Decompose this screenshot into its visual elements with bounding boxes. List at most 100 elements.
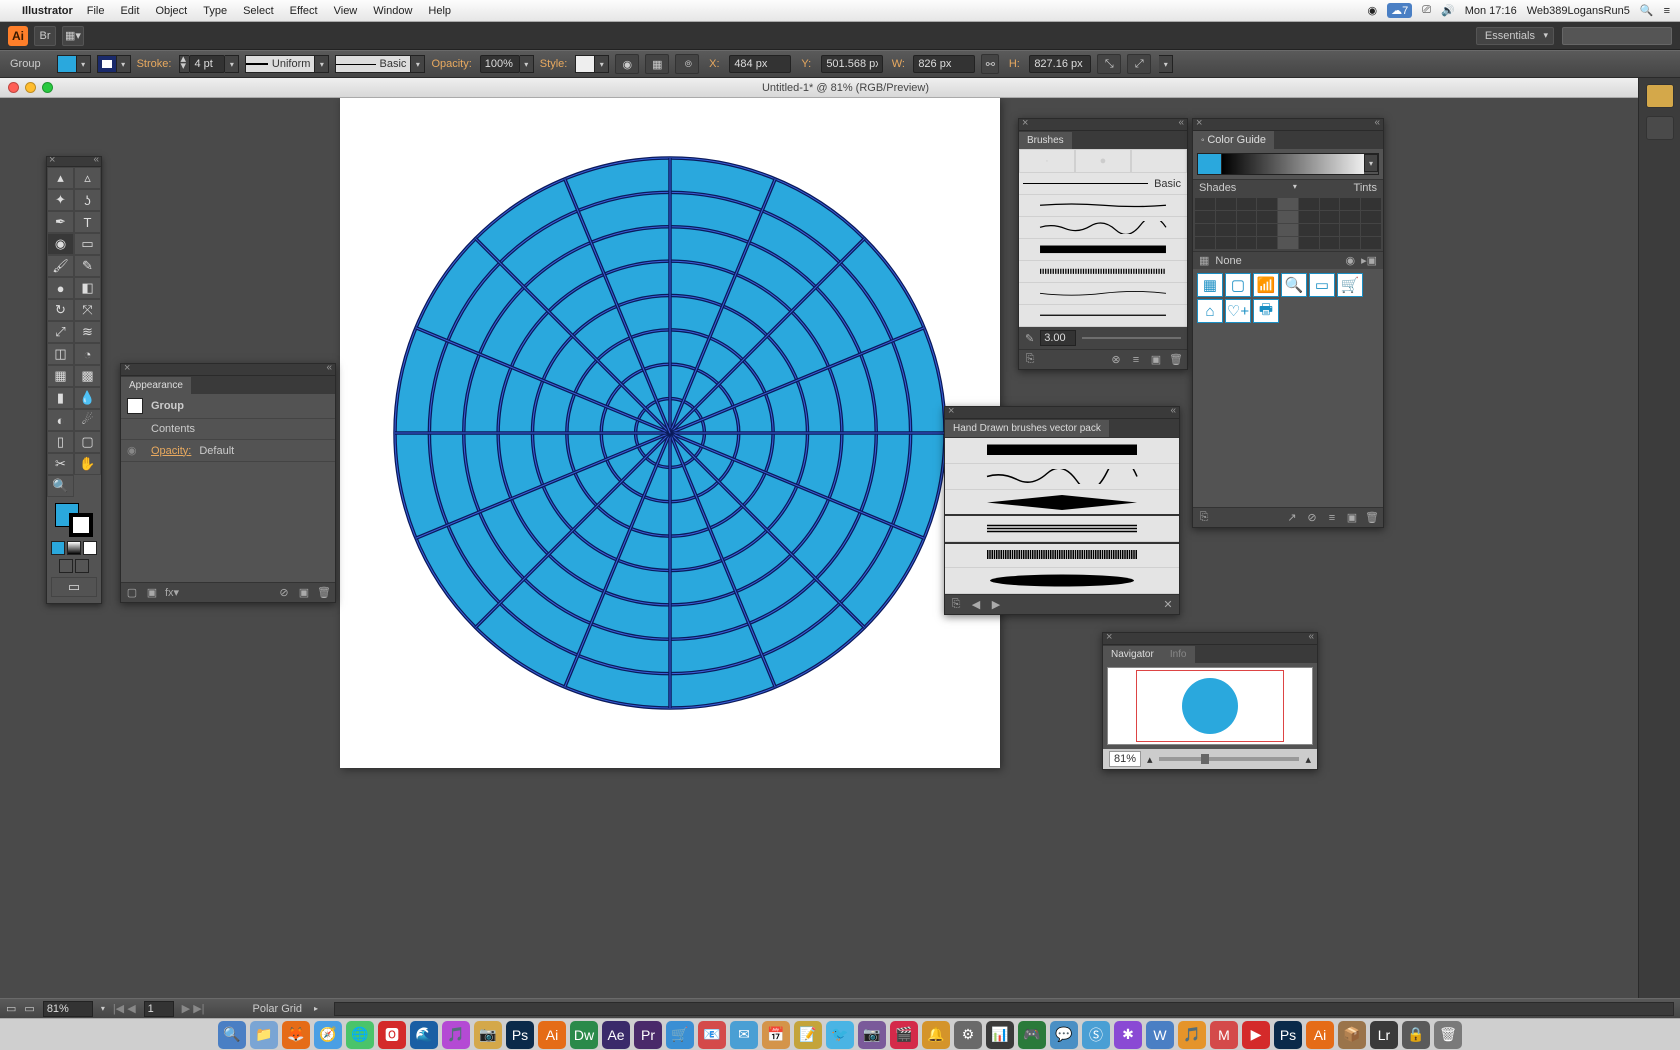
menu-view[interactable]: View	[334, 5, 358, 17]
dock-app-33[interactable]: Ps	[1274, 1021, 1302, 1049]
change-screen-mode[interactable]: ▭	[51, 577, 97, 597]
delete-brush-icon[interactable]: 🗑	[1169, 353, 1183, 367]
transform-button-1[interactable]: ⤡	[1097, 54, 1121, 74]
menu-select[interactable]: Select	[243, 5, 274, 17]
dock-app-11[interactable]: Dw	[570, 1021, 598, 1049]
status-icon-2[interactable]: ▭	[24, 1002, 34, 1015]
stroke-label[interactable]: Stroke:	[137, 58, 172, 70]
eraser-tool[interactable]: ◧	[74, 277, 101, 299]
volume-icon[interactable]: 🔊	[1441, 4, 1455, 17]
hd-next-icon[interactable]: ▶	[989, 598, 1003, 612]
navigator-zoom-value[interactable]: 81%	[1109, 751, 1141, 767]
y-input[interactable]	[821, 55, 883, 73]
bridge-button[interactable]: Br	[34, 26, 56, 46]
dock-app-17[interactable]: 📅	[762, 1021, 790, 1049]
dock-app-8[interactable]: 📷	[474, 1021, 502, 1049]
brushes-tab[interactable]: Brushes	[1019, 132, 1072, 149]
blob-brush-tool[interactable]: ●	[47, 277, 74, 299]
dock-app-35[interactable]: 📦	[1338, 1021, 1366, 1049]
w-input[interactable]	[913, 55, 975, 73]
brush-item-4[interactable]	[1019, 261, 1187, 283]
remove-brush-stroke-icon[interactable]: ⊗	[1109, 353, 1123, 367]
selection-tool[interactable]: ▴	[47, 167, 74, 189]
hd-close-icon[interactable]: ✕	[1161, 598, 1175, 612]
h-input[interactable]	[1029, 55, 1091, 73]
tools-panel-header[interactable]	[47, 157, 101, 167]
clock[interactable]: Mon 17:16	[1465, 5, 1517, 17]
info-tab[interactable]: Info	[1162, 646, 1195, 663]
dock-app-5[interactable]: 🅾	[378, 1021, 406, 1049]
spotlight-icon[interactable]: 🔍	[1640, 4, 1654, 17]
menu-object[interactable]: Object	[155, 5, 187, 17]
fill-stroke-indicator[interactable]	[55, 503, 93, 537]
color-guide-header[interactable]	[1193, 119, 1383, 131]
mesh-tool[interactable]: ▩	[74, 365, 101, 387]
appearance-contents-row[interactable]: Contents	[121, 419, 335, 440]
dock-app-7[interactable]: 🎵	[442, 1021, 470, 1049]
eyedropper-tool[interactable]: 💧	[74, 387, 101, 409]
new-fill-icon[interactable]: ▣	[145, 586, 159, 600]
brush-options-icon[interactable]: ≡	[1129, 353, 1143, 367]
dock-app-4[interactable]: 🌐	[346, 1021, 374, 1049]
user-session[interactable]: Web389LogansRun5	[1527, 5, 1630, 17]
edit-colors-icon[interactable]: ◉	[1345, 254, 1355, 267]
zoom-input[interactable]	[43, 1001, 93, 1017]
pen-tool[interactable]: ✒	[47, 211, 74, 233]
navigator-zoom-in-icon[interactable]: ▴	[1305, 753, 1311, 766]
dock-app-25[interactable]: 🎮	[1018, 1021, 1046, 1049]
paintbrush-tool[interactable]: 🖌	[47, 255, 74, 277]
dock-app-32[interactable]: ▶	[1242, 1021, 1270, 1049]
brush-item-1[interactable]	[1019, 195, 1187, 217]
hand-tool[interactable]: ✋	[74, 453, 101, 475]
hd-brush-3[interactable]	[945, 490, 1179, 516]
dock-app-12[interactable]: Ae	[602, 1021, 630, 1049]
duplicate-item-icon[interactable]: ▣	[297, 586, 311, 600]
hd-prev-icon[interactable]: ◀	[969, 598, 983, 612]
dock-app-3[interactable]: 🧭	[314, 1021, 342, 1049]
color-mode-gradient[interactable]	[67, 541, 81, 555]
brush-item-5[interactable]	[1019, 283, 1187, 305]
hd-brush-1[interactable]	[945, 438, 1179, 464]
save-group-icon[interactable]: ▸▣	[1361, 254, 1377, 267]
dock-app-34[interactable]: Ai	[1306, 1021, 1334, 1049]
arrange-documents-button[interactable]: ▦▾	[62, 26, 84, 46]
symbol-home-icon[interactable]: ⌂	[1197, 299, 1223, 323]
dock-app-26[interactable]: 💬	[1050, 1021, 1078, 1049]
gradient-tool[interactable]: ▮	[47, 387, 74, 409]
dock-app-9[interactable]: Ps	[506, 1021, 534, 1049]
appearance-panel-header[interactable]	[121, 364, 335, 376]
graphic-style-select[interactable]: ▾	[575, 55, 609, 73]
dock-app-10[interactable]: Ai	[538, 1021, 566, 1049]
display-icon[interactable]: ⎚	[1422, 4, 1431, 17]
color-mode-color[interactable]	[51, 541, 65, 555]
transform-more[interactable]: ▾	[1159, 55, 1173, 73]
brush-libraries-icon[interactable]: ⎘	[1023, 353, 1037, 367]
appearance-opacity-link[interactable]: Opacity:	[151, 445, 191, 457]
status-icon-1[interactable]: ▭	[6, 1002, 16, 1015]
lasso-tool[interactable]: ʖ	[74, 189, 101, 211]
new-stroke-icon[interactable]: ▢	[125, 586, 139, 600]
symbol-print-icon[interactable]: 🖶	[1253, 299, 1279, 323]
scale-tool[interactable]: ⤢	[47, 321, 74, 343]
rotate-tool[interactable]: ↻	[47, 299, 74, 321]
align-button[interactable]: ▦	[645, 54, 669, 74]
brush-width-input[interactable]	[1040, 330, 1076, 346]
direct-selection-tool[interactable]: ▵	[74, 167, 101, 189]
stroke-weight-input[interactable]: ▴▾▾	[179, 55, 239, 73]
reflect-tool[interactable]: ⤧	[74, 299, 101, 321]
dock-app-23[interactable]: ⚙	[954, 1021, 982, 1049]
x-input[interactable]	[729, 55, 791, 73]
reference-point-selector[interactable]: ⦾	[675, 54, 699, 74]
blend-tool[interactable]: ◐	[47, 409, 74, 431]
dock-app-13[interactable]: Pr	[634, 1021, 662, 1049]
screen-mode-normal[interactable]	[59, 559, 73, 573]
base-color-swatch[interactable]	[1198, 154, 1222, 174]
hand-drawn-header[interactable]	[945, 407, 1179, 419]
symbol-card-icon[interactable]: ▭	[1309, 273, 1335, 297]
recolor-artwork-button[interactable]: ◉	[615, 54, 639, 74]
brush-cal-3[interactable]	[1131, 149, 1187, 173]
dock-app-31[interactable]: M	[1210, 1021, 1238, 1049]
brush-cal-1[interactable]: ·	[1019, 149, 1075, 173]
add-effect-icon[interactable]: fx▾	[165, 586, 179, 600]
menu-help[interactable]: Help	[428, 5, 451, 17]
